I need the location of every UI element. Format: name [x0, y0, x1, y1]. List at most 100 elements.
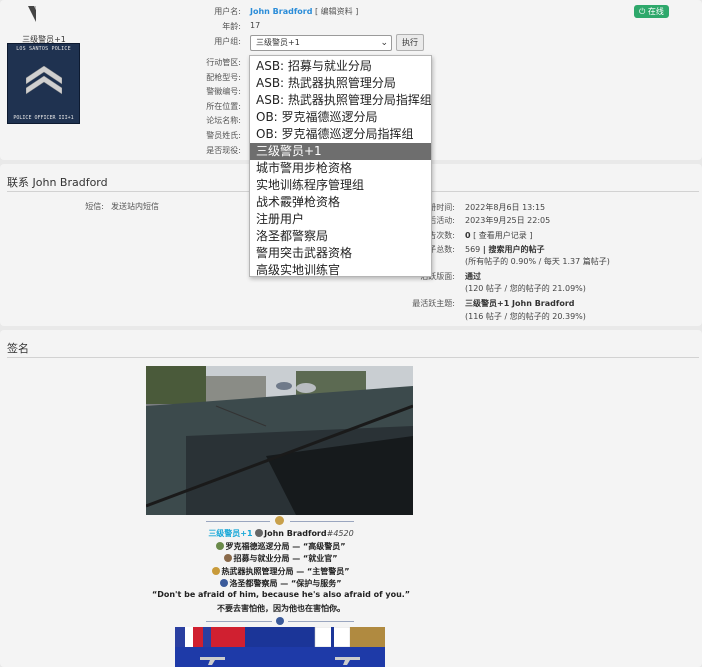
- firearms-division-icon: [212, 567, 221, 575]
- chevron-rank-icon: [26, 66, 62, 95]
- active-topic-label: 最活跃主题:: [412, 299, 455, 308]
- last-active-value: 2023年9月25日 22:05: [465, 216, 551, 225]
- police-hat-icon: [255, 529, 264, 537]
- age-value: 17: [250, 21, 261, 30]
- dropdown-option[interactable]: OB: 罗克福德巡逻分局: [250, 109, 431, 126]
- dropdown-option[interactable]: 战术霰弹枪资格: [250, 194, 431, 211]
- dropdown-option[interactable]: 实地训练程序管理组: [250, 177, 431, 194]
- active-forum-value: 通过: [465, 271, 481, 282]
- ribbon-stripe: [175, 627, 185, 647]
- signature-line-4: 洛圣都警察局 — “保护与服务”: [0, 578, 562, 589]
- row-label-weapon: 配枪型号:: [206, 73, 241, 82]
- online-status-badge: ⏻ 在线: [634, 5, 669, 18]
- user-group-dropdown[interactable]: ASB: 招募与就业分局 ASB: 热武器执照管理分局 ASB: 热武器执照管理…: [249, 55, 432, 277]
- signature-divider-left: [206, 521, 270, 522]
- ribbon-badge-icon: [276, 617, 284, 625]
- dropdown-option[interactable]: 警用突击武器资格: [250, 245, 431, 262]
- signature-divider: [7, 357, 699, 358]
- dropdown-option[interactable]: ASB: 热武器执照管理分局: [250, 75, 431, 92]
- ribbon-stripe: [211, 627, 245, 647]
- active-topic-value: 三级警员+1 John Bradford: [465, 298, 575, 309]
- ribbon-stripe: [350, 627, 385, 647]
- signature-quote-en: “Don't be afraid of him, because he's al…: [0, 590, 562, 599]
- signature-tag: #4520: [326, 529, 354, 538]
- group-label: 用户组:: [214, 37, 241, 46]
- age-label: 年龄:: [222, 22, 241, 31]
- active-forum-stats: (120 帖子 / 您的帖子的 21.09%): [465, 284, 586, 293]
- signature-line-4-text: 洛圣都警察局 — “保护与服务”: [229, 579, 342, 588]
- dropdown-option[interactable]: ASB: 招募与就业分局: [250, 58, 431, 75]
- row-label-badge: 警徽编号:: [206, 87, 241, 96]
- execute-button[interactable]: 执行: [396, 34, 424, 51]
- dropdown-option[interactable]: ASB: 热武器执照管理分局指挥组: [250, 92, 431, 109]
- warnings-count: 0: [465, 231, 471, 240]
- active-topic-link[interactable]: 三级警员+1 John Bradford: [465, 299, 575, 308]
- lspd-icon: [220, 579, 229, 587]
- posts-row: 569 | 搜索用户的帖子: [465, 244, 545, 255]
- dropdown-option[interactable]: 城市警用步枪资格: [250, 160, 431, 177]
- online-status-label: 在线: [647, 7, 664, 16]
- signature-quote-en-text: “Don't be afraid of him, because he's al…: [151, 590, 411, 599]
- edit-profile-link[interactable]: [ 编辑资料 ]: [315, 7, 358, 16]
- signature-line-1-text: 罗克福德巡逻分局 — “高级警员”: [225, 542, 346, 551]
- signature-line-3: 热武器执照管理分局 — “主管警员”: [0, 566, 562, 577]
- search-user-posts-link[interactable]: | 搜索用户的帖子: [483, 245, 545, 254]
- ribbon-stripe: [245, 627, 315, 647]
- ribbon-stripe: [331, 627, 334, 647]
- car-windshield-photo: [146, 366, 413, 515]
- register-value: 2022年8月6日 13:15: [465, 203, 546, 212]
- dropdown-option[interactable]: 注册用户: [250, 211, 431, 228]
- contact-title: 联系 John Bradford: [7, 176, 108, 189]
- send-pm-link[interactable]: 发送站内短信: [111, 201, 159, 212]
- signature-line-1: 罗克福德巡逻分局 — “高级警员”: [0, 541, 562, 552]
- avatar: LOS SANTOS POLICE POLICE OFFICER III+1: [7, 43, 80, 124]
- signature-divider-right: [290, 521, 354, 522]
- recruitment-division-icon: [224, 554, 233, 562]
- posts-stats: (所有帖子的 0.90% / 每天 1.37 篇帖子): [465, 257, 610, 266]
- row-label-zone: 行动管区:: [206, 58, 241, 67]
- row-label-active-duty: 是否现役:: [206, 146, 241, 155]
- ribbon-stripe: [185, 627, 193, 647]
- ribbon-divider-left: [206, 621, 272, 622]
- posts-count: 569: [465, 245, 481, 254]
- active-forum-link[interactable]: 通过: [465, 272, 481, 281]
- patrol-division-icon: [216, 542, 225, 550]
- username-row: John Bradford [ 编辑资料 ]: [250, 6, 358, 17]
- row-label-surname: 警员姓氏:: [206, 131, 241, 140]
- username-label: 用户名:: [214, 7, 241, 16]
- row-label-forum-name: 论坛名称:: [206, 116, 241, 125]
- signature-line-2-text: 招募与就业分局 — “就业官”: [233, 554, 338, 563]
- signature-quote-cn-text: 不要去害怕他，因为他也在害怕你。: [217, 604, 345, 613]
- signature-title: 签名: [7, 342, 29, 355]
- signature-panel: 签名 三级警员+1 John Bradford#4520 罗克福德巡逻分局 — …: [0, 330, 702, 667]
- username-link[interactable]: John Bradford: [250, 7, 312, 16]
- warnings-row: 0 [ 查看用户记录 ]: [465, 230, 532, 241]
- active-topic-stats: (116 帖子 / 您的帖子的 20.39%): [465, 312, 586, 321]
- user-group-selected: 三级警员+1: [256, 38, 300, 47]
- chevron-down-icon: ⌄: [380, 38, 388, 48]
- signature-line-3-text: 热武器执照管理分局 — “主管警员”: [221, 567, 350, 576]
- rank-stripe-icon: [28, 6, 36, 22]
- avatar-badge-foot: POLICE OFFICER III+1: [13, 115, 74, 121]
- pm-label: 短信:: [85, 202, 104, 211]
- dropdown-option[interactable]: 洛圣都警察局: [250, 228, 431, 245]
- user-group-select[interactable]: 三级警员+1 ⌄: [250, 35, 392, 51]
- ribbon-stripe: [193, 627, 203, 647]
- police-badge-icon: [275, 516, 284, 525]
- dropdown-option-selected[interactable]: 三级警员+1: [250, 143, 431, 160]
- dropdown-option[interactable]: OB: 罗克福德巡逻分局指挥组: [250, 126, 431, 143]
- ribbon-stripe: [203, 627, 211, 647]
- avatar-badge-title: LOS SANTOS POLICE: [16, 46, 71, 52]
- signature-photo: [146, 366, 413, 515]
- ribbon-divider-right: [288, 621, 354, 622]
- power-icon: ⏻: [639, 7, 646, 16]
- dropdown-option[interactable]: 高级实地训练官: [250, 262, 431, 279]
- signature-rank: 三级警员+1: [208, 529, 253, 538]
- signature-name: John Bradford: [264, 529, 327, 538]
- row-label-location: 所在位置:: [206, 102, 241, 111]
- signature-line-2: 招募与就业分局 — “就业官”: [0, 553, 562, 564]
- signature-quote-cn: 不要去害怕他，因为他也在害怕你。: [0, 603, 562, 614]
- service-ribbons: [175, 627, 385, 667]
- view-user-record-link[interactable]: [ 查看用户记录 ]: [473, 231, 532, 240]
- signature-name-line: 三级警员+1 John Bradford#4520: [0, 528, 562, 539]
